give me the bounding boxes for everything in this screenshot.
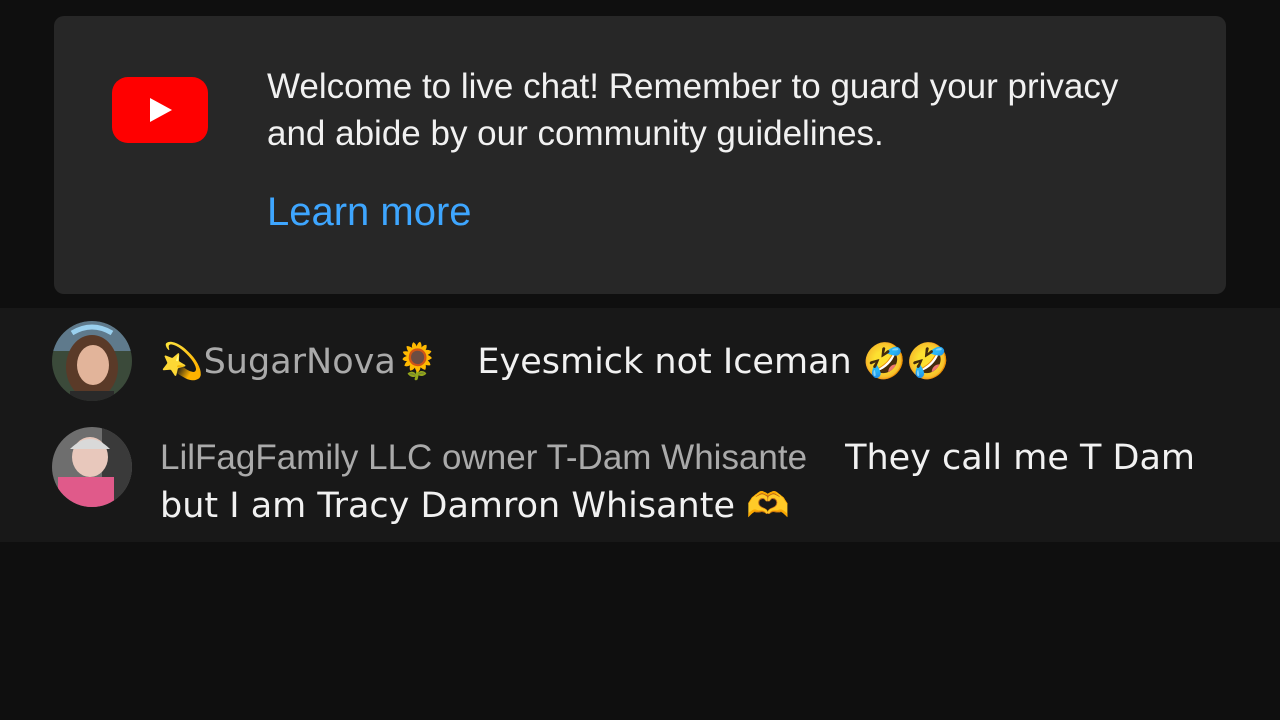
welcome-message: Welcome to live chat! Remember to guard …	[267, 67, 1119, 153]
avatar[interactable]	[52, 321, 132, 401]
learn-more-link[interactable]: Learn more	[267, 186, 472, 238]
author-name[interactable]: 💫SugarNova🌻	[160, 342, 439, 382]
chat-message-list: 💫SugarNova🌻 Eyesmick not Iceman 🤣🤣 LilFag…	[0, 308, 1280, 542]
message-text: Eyesmick not Iceman 🤣🤣	[477, 342, 950, 382]
author-name[interactable]: LilFagFamily LLC owner T-Dam Whisante	[160, 438, 807, 477]
chat-message: 💫SugarNova🌻 Eyesmick not Iceman 🤣🤣	[0, 308, 1280, 408]
chat-message: LilFagFamily LLC owner T-Dam Whisante The…	[0, 408, 1280, 542]
message-content: 💫SugarNova🌻 Eyesmick not Iceman 🤣🤣	[160, 338, 1240, 386]
live-chat-welcome-section: Welcome to live chat! Remember to guard …	[0, 0, 1280, 308]
avatar[interactable]	[52, 427, 132, 507]
message-content: LilFagFamily LLC owner T-Dam Whisante The…	[160, 434, 1240, 530]
youtube-logo-icon	[112, 77, 208, 143]
